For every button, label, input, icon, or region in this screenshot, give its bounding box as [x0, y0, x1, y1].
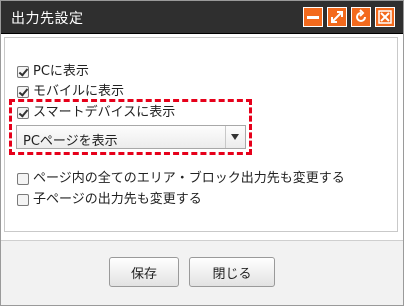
- mobile-display-checkbox[interactable]: [17, 86, 29, 98]
- smart-device-display-label: スマートデバイスに表示: [33, 105, 176, 120]
- close-button[interactable]: 閉じる: [189, 257, 275, 287]
- minimize-icon[interactable]: [303, 7, 323, 27]
- smart-device-display-option[interactable]: スマートデバイスに表示: [17, 105, 175, 121]
- title-bar: 出力先設定: [1, 1, 403, 34]
- all-areas-label: ページ内の全てのエリア・ブロック出力先も変更する: [33, 171, 345, 186]
- save-button[interactable]: 保存: [109, 257, 179, 287]
- options-panel: PCに表示 モバイルに表示 スマートデバイスに表示 PCページを表示 ページ内の…: [4, 37, 398, 232]
- output-settings-dialog: 出力先設定 PCに表示 モバイルに表示 スマートデバイスに表示 PCページを表示…: [0, 0, 404, 306]
- child-pages-label: 子ページの出力先も変更する: [33, 192, 202, 207]
- close-icon[interactable]: [375, 7, 395, 27]
- mobile-display-option[interactable]: モバイルに表示: [17, 84, 124, 100]
- child-pages-option[interactable]: 子ページの出力先も変更する: [17, 192, 202, 208]
- refresh-icon[interactable]: [351, 7, 371, 27]
- pc-display-option[interactable]: PCに表示: [17, 64, 89, 80]
- child-pages-checkbox[interactable]: [17, 194, 29, 206]
- select-value: PCページを表示: [23, 134, 118, 149]
- smart-device-display-checkbox[interactable]: [17, 107, 29, 119]
- pc-display-label: PCに表示: [33, 64, 89, 79]
- dialog-footer: 保存 閉じる: [1, 241, 403, 305]
- pc-display-checkbox[interactable]: [17, 66, 29, 78]
- maximize-icon[interactable]: [327, 7, 347, 27]
- dialog-title: 出力先設定: [11, 11, 84, 27]
- mobile-display-label: モバイルに表示: [33, 84, 125, 99]
- smart-device-display-select[interactable]: PCページを表示: [16, 125, 246, 149]
- chevron-down-icon[interactable]: [225, 126, 245, 148]
- all-areas-checkbox[interactable]: [17, 173, 29, 185]
- all-areas-option[interactable]: ページ内の全てのエリア・ブロック出力先も変更する: [17, 171, 345, 187]
